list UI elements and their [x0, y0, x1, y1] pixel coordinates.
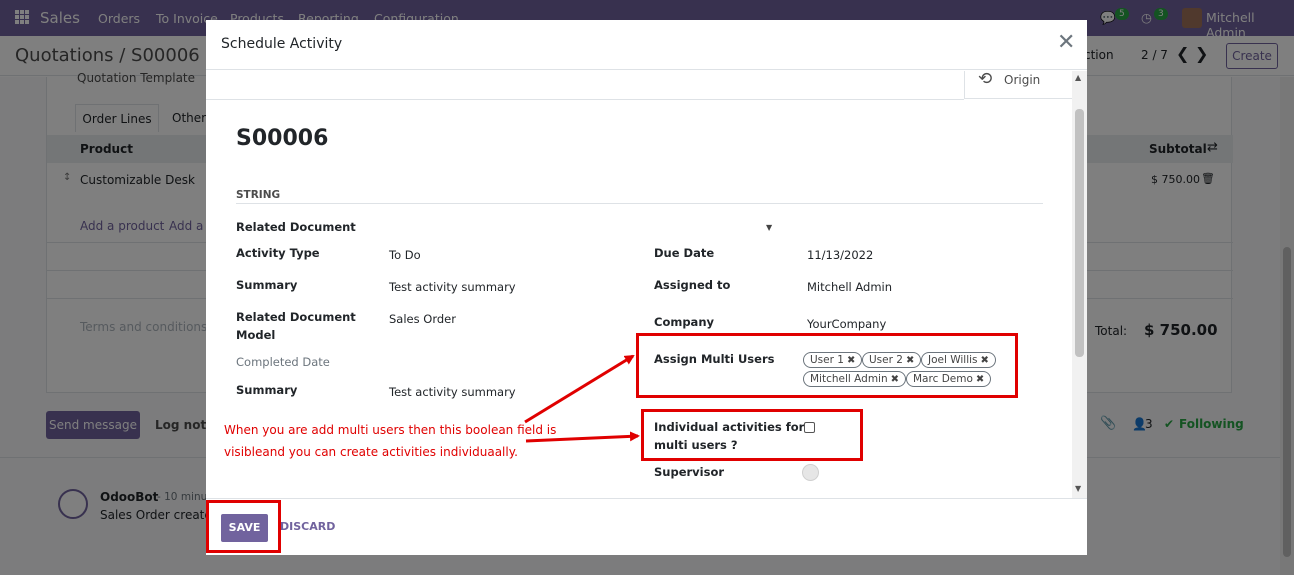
company-field[interactable]: YourCompany: [807, 315, 886, 333]
annotation-text-line1: When you are add multi users then this b…: [224, 423, 557, 437]
supervisor-toggle[interactable]: [802, 464, 819, 481]
dialog-header: Schedule Activity ✕: [206, 20, 1087, 70]
scroll-down-icon[interactable]: ▼: [1075, 484, 1081, 493]
summary-field[interactable]: Test activity summary: [389, 278, 516, 296]
activity-type-field[interactable]: To Do: [389, 246, 421, 264]
origin-button[interactable]: ⟲ Origin: [964, 71, 1072, 99]
highlight-multi-users: [636, 333, 1018, 398]
summary-label: Summary: [236, 278, 298, 292]
record-title: S00006: [236, 126, 329, 151]
completed-date-label: Completed Date: [236, 355, 330, 369]
highlight-individual-activities: [641, 409, 863, 461]
scroll-up-icon[interactable]: ▲: [1075, 73, 1081, 82]
dialog-footer: SAVE DISCARD: [206, 498, 1087, 555]
supervisor-label: Supervisor: [654, 465, 725, 479]
due-date-field[interactable]: 11/13/2022: [807, 246, 873, 264]
summary-2-field[interactable]: Test activity summary: [389, 383, 516, 401]
dialog-title: Schedule Activity: [221, 36, 343, 52]
history-icon: ⟲: [978, 71, 993, 89]
highlight-save: [206, 500, 281, 553]
dialog-scrollbar[interactable]: ▲ ▼: [1072, 71, 1087, 498]
close-icon[interactable]: ✕: [1057, 32, 1075, 54]
assigned-to-field[interactable]: Mitchell Admin: [807, 278, 892, 296]
related-document-model-field[interactable]: Sales Order: [389, 310, 456, 328]
due-date-label: Due Date: [654, 246, 715, 260]
related-document-label: Related Document: [236, 220, 356, 234]
summary-2-label: Summary: [236, 383, 298, 397]
company-label: Company: [654, 315, 714, 329]
annotation-text-line2: visibleand you can create activities ind…: [224, 445, 518, 459]
chevron-down-icon[interactable]: ▼: [766, 223, 772, 232]
origin-label: Origin: [1004, 73, 1041, 87]
section-divider: [236, 203, 1043, 204]
section-title: STRING: [236, 189, 281, 201]
activity-type-label: Activity Type: [236, 246, 320, 260]
discard-button[interactable]: DISCARD: [280, 520, 335, 533]
assigned-to-label: Assigned to: [654, 278, 731, 292]
related-document-model-label: Related Document Model: [236, 310, 356, 342]
schedule-activity-dialog: Schedule Activity ✕ ⟲ Origin S00006 STRI…: [206, 20, 1087, 555]
